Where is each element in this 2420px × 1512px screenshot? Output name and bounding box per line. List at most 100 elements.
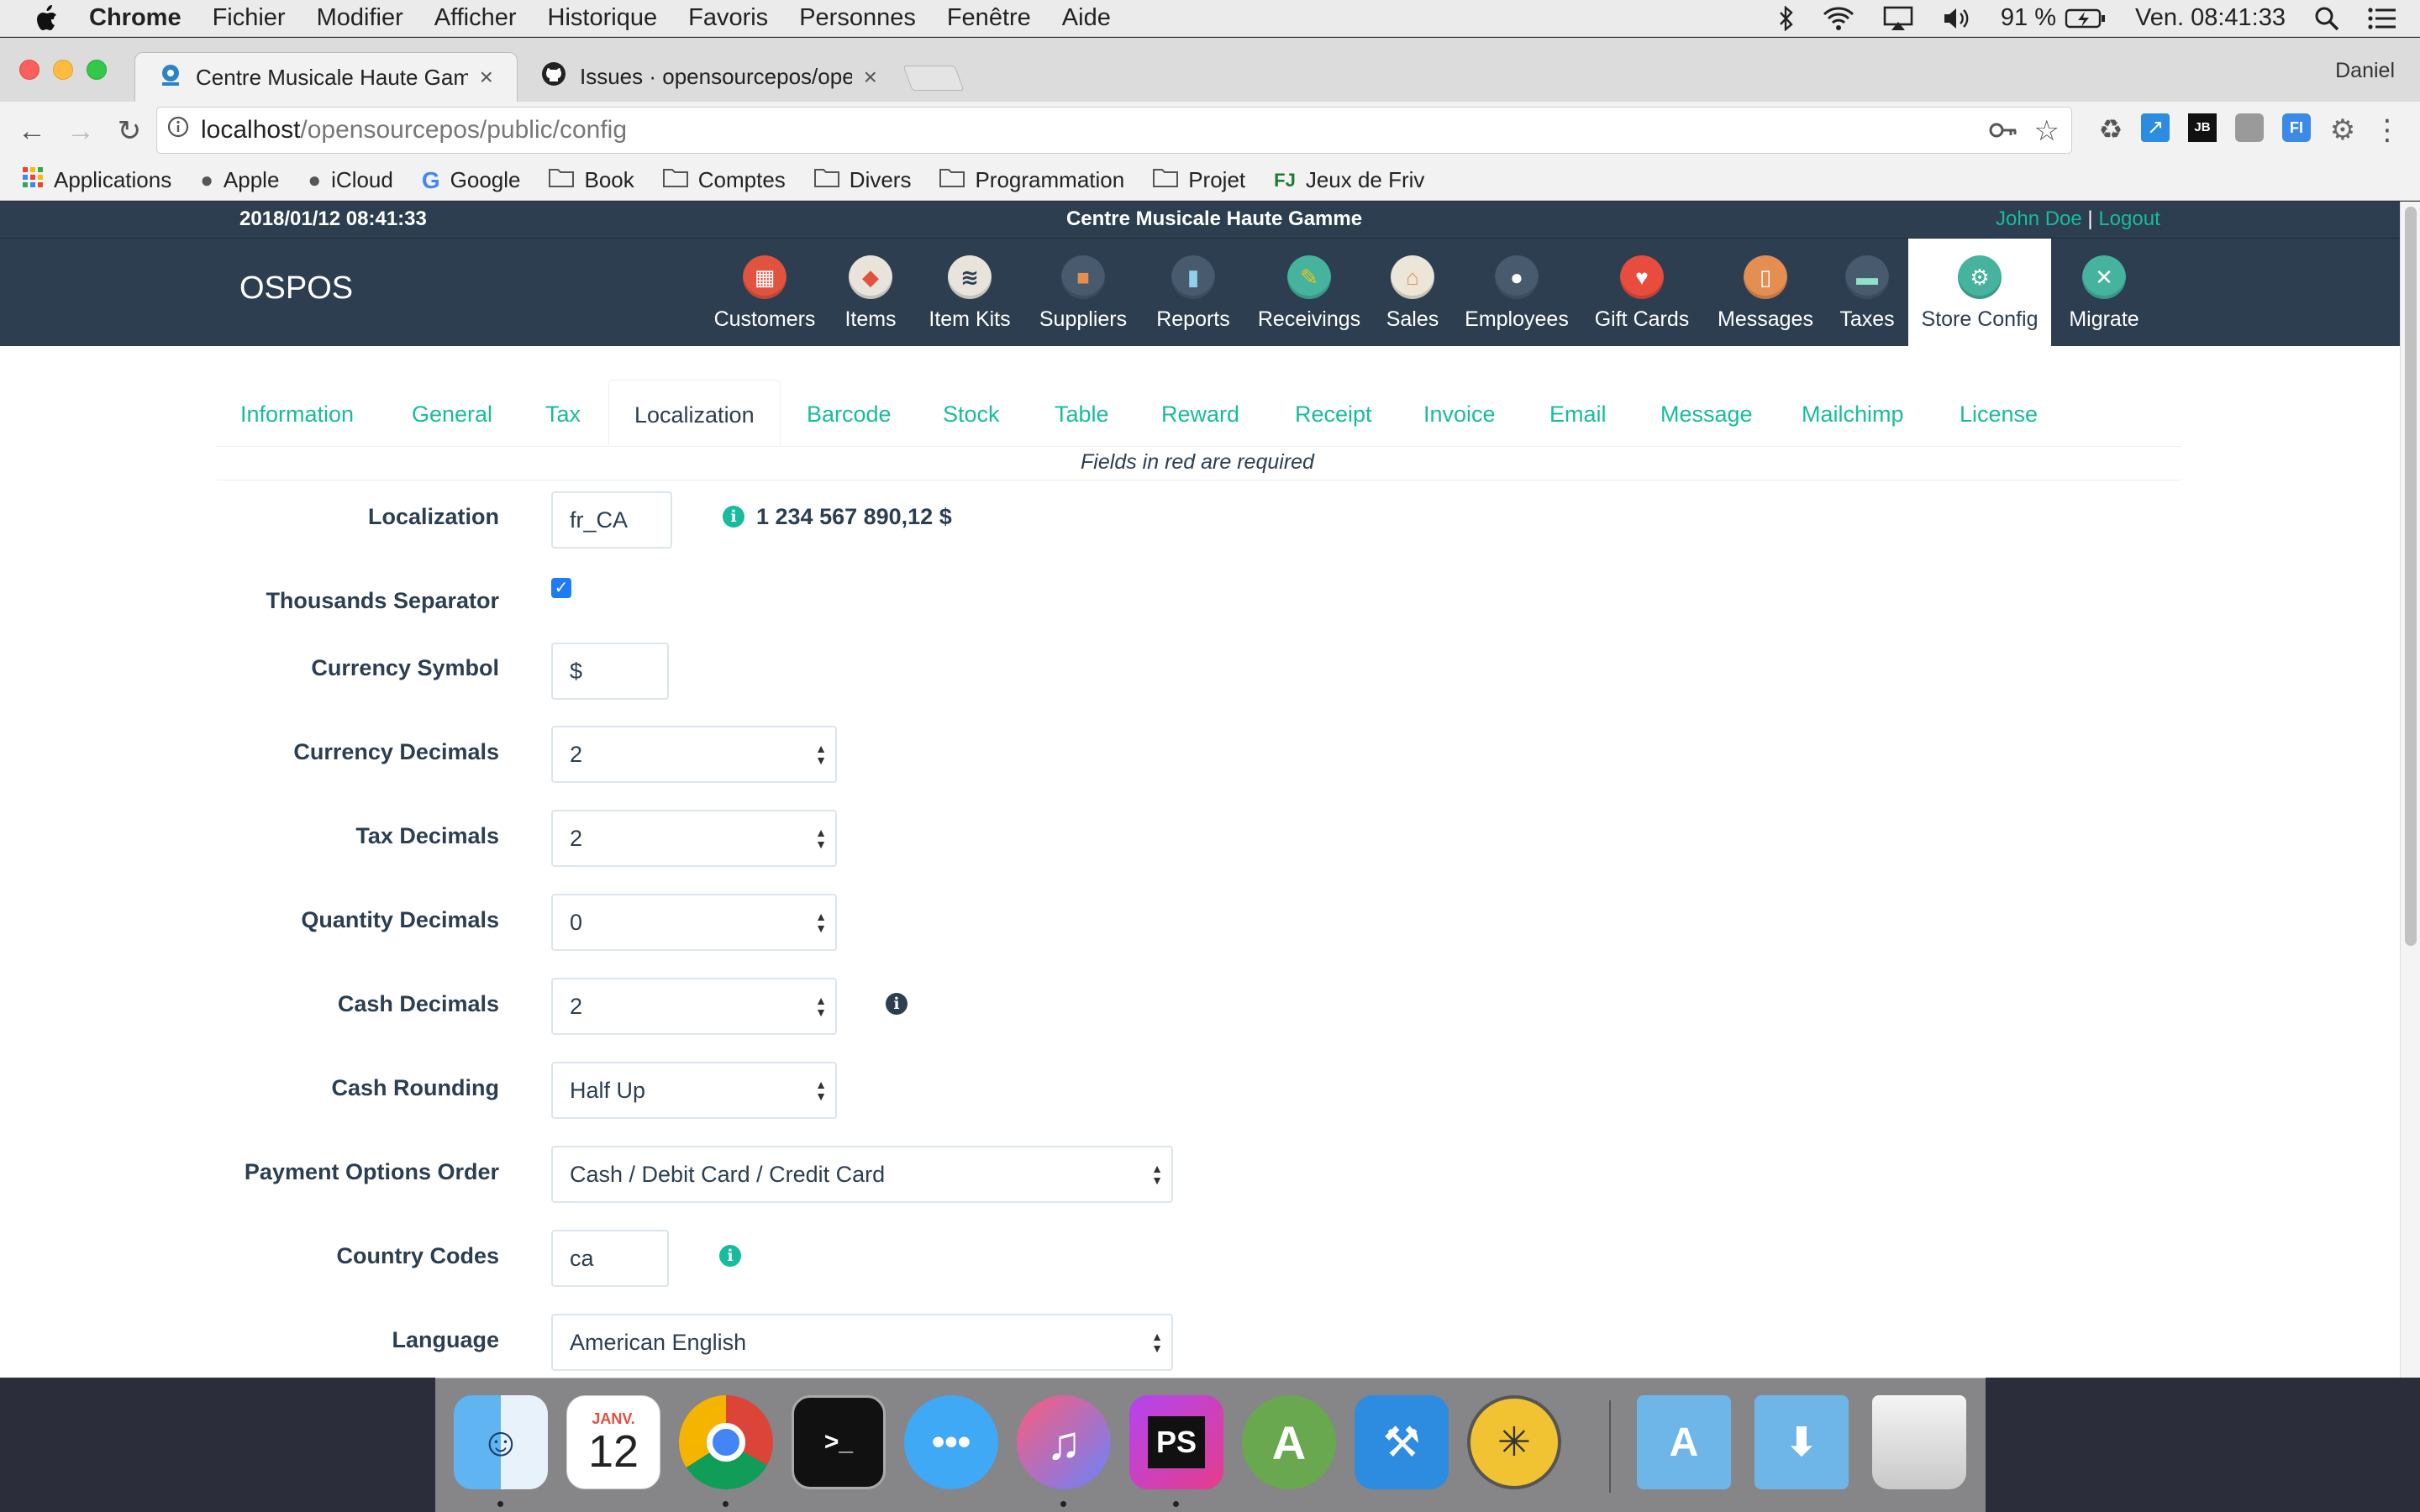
info-icon[interactable]: i: [886, 993, 908, 1015]
calendar-icon[interactable]: JANV. 12: [566, 1395, 660, 1489]
user-name-link[interactable]: John Doe: [1996, 207, 2082, 230]
tab-invoice[interactable]: Invoice: [1423, 380, 1496, 446]
bookmark-folder-programmation[interactable]: Programmation: [939, 167, 1124, 193]
nav-messages[interactable]: ▯ Messages: [1711, 239, 1820, 346]
localization-input[interactable]: fr_CA: [551, 491, 672, 549]
tab-receipt[interactable]: Receipt: [1295, 380, 1372, 446]
tab-table[interactable]: Table: [1055, 380, 1109, 446]
airplay-icon[interactable]: [1883, 6, 1913, 31]
tab-license[interactable]: License: [1960, 380, 2038, 446]
info-icon[interactable]: i: [723, 506, 744, 528]
bookmark-folder-book[interactable]: Book: [549, 167, 634, 193]
close-tab-icon[interactable]: ×: [480, 64, 493, 91]
cash-decimals-select[interactable]: 2 ▲ ▼: [551, 978, 837, 1035]
bookmark-applications[interactable]: Applications: [22, 166, 171, 194]
volume-icon[interactable]: [1942, 6, 1972, 31]
nav-customers[interactable]: ▦ Customers: [711, 239, 818, 346]
menu-favoris[interactable]: Favoris: [688, 4, 768, 32]
profile-name[interactable]: Daniel: [2335, 59, 2395, 83]
browser-tab-ospos[interactable]: Centre Musicale Haute Gamme ×: [134, 52, 518, 102]
nav-receivings[interactable]: ✎ Receivings: [1255, 239, 1363, 346]
notification-center-icon[interactable]: [2368, 7, 2396, 30]
new-tab-button[interactable]: [902, 66, 965, 91]
url-input[interactable]: localhost/opensourcepos/public/config ☆: [156, 107, 2072, 154]
extension-blue-arrow-icon[interactable]: ↗: [2141, 113, 2170, 142]
applications-folder-icon[interactable]: A: [1637, 1395, 1731, 1489]
android-studio-icon[interactable]: A: [1242, 1395, 1336, 1489]
close-tab-icon[interactable]: ×: [864, 64, 877, 91]
menu-historique[interactable]: Historique: [548, 4, 658, 32]
itunes-icon[interactable]: ♫: [1017, 1395, 1111, 1489]
bookmark-folder-projet[interactable]: Projet: [1153, 167, 1245, 193]
tax-decimals-select[interactable]: 2 ▲ ▼: [551, 810, 837, 867]
tab-stock[interactable]: Stock: [943, 380, 1000, 446]
tab-general[interactable]: General: [412, 380, 492, 446]
nav-migrate[interactable]: ✕ Migrate: [2065, 239, 2143, 346]
tab-email[interactable]: Email: [1549, 380, 1607, 446]
site-info-icon[interactable]: [167, 116, 189, 144]
clock[interactable]: Ven. 08:41:33: [2135, 4, 2286, 32]
extension-gray-box-icon[interactable]: [2235, 113, 2264, 142]
menu-fenetre[interactable]: Fenêtre: [947, 4, 1031, 32]
bookmark-icloud[interactable]: ● iCloud: [308, 167, 392, 193]
currency-symbol-input[interactable]: $: [551, 643, 669, 700]
battery-icon[interactable]: [2065, 8, 2107, 29]
currency-decimals-select[interactable]: 2 ▲ ▼: [551, 726, 837, 783]
reload-icon[interactable]: ↻: [113, 114, 146, 148]
nav-suppliers[interactable]: ■ Suppliers: [1034, 239, 1133, 346]
chrome-menu-icon[interactable]: ⋮: [2373, 113, 2402, 147]
logout-link[interactable]: Logout: [2098, 207, 2160, 230]
apple-menu-icon[interactable]: [34, 4, 59, 33]
menu-afficher[interactable]: Afficher: [434, 4, 517, 32]
nav-reports[interactable]: ▮ Reports: [1151, 239, 1235, 346]
tab-information[interactable]: Information: [240, 380, 354, 446]
language-select[interactable]: American English ▲ ▼: [551, 1314, 1173, 1371]
extension-gear-icon[interactable]: ⚙: [2328, 113, 2358, 147]
nav-store-config[interactable]: ⚙ Store Config: [1908, 239, 2051, 346]
menu-modifier[interactable]: Modifier: [317, 4, 403, 32]
back-icon[interactable]: ←: [15, 115, 49, 148]
tab-localization[interactable]: Localization: [608, 380, 781, 446]
messages-icon[interactable]: •••: [904, 1395, 998, 1489]
country-codes-input[interactable]: ca: [551, 1230, 669, 1287]
chrome-icon[interactable]: [679, 1395, 773, 1489]
cash-rounding-select[interactable]: Half Up ▲ ▼: [551, 1062, 837, 1119]
tab-mailchimp[interactable]: Mailchimp: [1802, 380, 1904, 446]
spotlight-search-icon[interactable]: [2314, 6, 2339, 31]
bookmark-apple[interactable]: ● Apple: [200, 167, 279, 193]
close-window-button[interactable]: [19, 60, 39, 80]
network-graph-app-icon[interactable]: ✳: [1467, 1395, 1561, 1489]
wifi-icon[interactable]: [1823, 6, 1854, 30]
forward-icon[interactable]: →: [64, 115, 97, 148]
tab-reward[interactable]: Reward: [1161, 380, 1239, 446]
minimize-window-button[interactable]: [53, 60, 73, 80]
nav-gift-cards[interactable]: ♥ Gift Cards: [1590, 239, 1694, 346]
nav-sales[interactable]: ⌂ Sales: [1380, 239, 1445, 346]
bluetooth-icon[interactable]: [1779, 5, 1794, 31]
thousands-separator-checkbox[interactable]: ✓: [551, 578, 571, 598]
terminal-icon[interactable]: >_: [792, 1395, 886, 1489]
nav-taxes[interactable]: ▬ Taxes: [1835, 239, 1899, 346]
extension-jetbrains-icon[interactable]: JB: [2188, 113, 2217, 142]
menu-chrome[interactable]: Chrome: [89, 4, 182, 32]
bookmark-star-icon[interactable]: ☆: [2034, 114, 2060, 148]
zoom-window-button[interactable]: [87, 60, 107, 80]
menu-personnes[interactable]: Personnes: [799, 4, 916, 32]
bookmark-jeux-de-friv[interactable]: FJ Jeux de Friv: [1274, 167, 1424, 193]
nav-items[interactable]: ◆ Items: [837, 239, 904, 346]
tab-barcode[interactable]: Barcode: [807, 380, 892, 446]
bookmark-folder-comptes[interactable]: Comptes: [662, 167, 786, 193]
extension-recycle-icon[interactable]: ♻: [2092, 113, 2129, 147]
trash-icon[interactable]: [1872, 1395, 1966, 1489]
tab-message[interactable]: Message: [1660, 380, 1753, 446]
finder-icon[interactable]: ☺: [454, 1395, 548, 1489]
browser-tab-github[interactable]: Issues · opensourcepos/opens ×: [518, 52, 901, 102]
brand-logo[interactable]: OSPOS: [239, 270, 353, 307]
payment-options-order-select[interactable]: Cash / Debit Card / Credit Card ▲ ▼: [551, 1146, 1173, 1203]
saved-password-key-icon[interactable]: [1989, 118, 2018, 150]
menu-fichier[interactable]: Fichier: [213, 4, 286, 32]
xcode-icon[interactable]: ⚒: [1355, 1395, 1449, 1489]
page-scrollbar-thumb[interactable]: [2405, 207, 2417, 946]
phpstorm-icon[interactable]: PS: [1129, 1395, 1223, 1489]
bookmark-folder-divers[interactable]: Divers: [813, 167, 911, 193]
